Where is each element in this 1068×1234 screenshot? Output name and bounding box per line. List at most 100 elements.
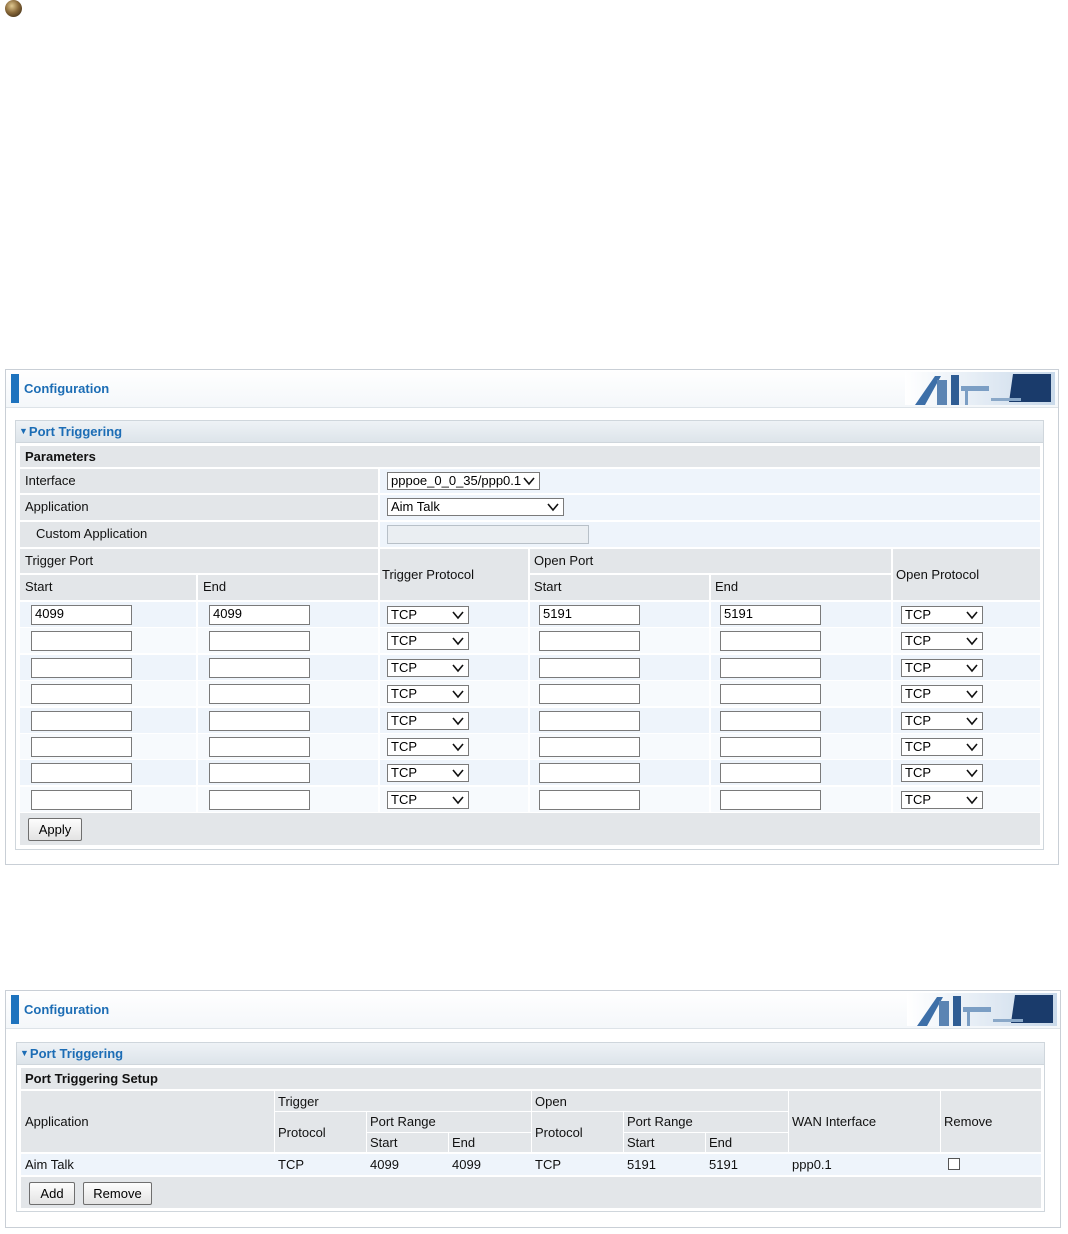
chevron-down-icon	[452, 796, 464, 805]
port-triggering-section: ▼Port Triggering Parameters Interface pp…	[15, 420, 1044, 850]
open-protocol-select[interactable]: TCP	[901, 632, 983, 651]
port-row: 4099 4099 TCP 5191 5191 TCP	[20, 602, 1040, 627]
open-port-range-header: Port Range	[627, 1114, 693, 1129]
trigger-end-input[interactable]	[209, 789, 310, 810]
add-button[interactable]: Add	[29, 1182, 75, 1205]
header-accent-bar	[11, 374, 19, 403]
open-start-input[interactable]	[539, 631, 640, 652]
application-select-value: Aim Talk	[391, 499, 440, 514]
trigger-protocol-select[interactable]: TCP	[387, 764, 469, 783]
trigger-start-input[interactable]	[31, 684, 132, 705]
interface-select-value: pppoe_0_0_35/ppp0.1	[391, 473, 522, 488]
trigger-protocol-select[interactable]: TCP	[387, 658, 469, 677]
open-protocol-select[interactable]: TCP	[901, 790, 983, 809]
port-triggering-title: Port Triggering	[29, 1046, 124, 1061]
open-end-input[interactable]	[720, 684, 821, 705]
port-row: TCP TCP	[20, 654, 1040, 680]
trigger-start-input[interactable]	[31, 631, 132, 652]
chevron-down-icon	[966, 717, 978, 725]
open-protocol-header: Open Protocol	[896, 567, 980, 582]
trigger-end-input[interactable]	[209, 657, 310, 678]
trigger-protocol-value: TCP	[391, 633, 417, 649]
trigger-start-input[interactable]: 4099	[31, 605, 132, 625]
trigger-protocol-select[interactable]: TCP	[387, 711, 469, 730]
application-select[interactable]: Aim Talk	[387, 498, 564, 516]
trigger-protocol-select[interactable]: TCP	[387, 632, 469, 651]
trigger-start-input[interactable]	[31, 710, 132, 731]
trigger-protocol-header: Protocol	[278, 1125, 326, 1140]
trigger-port-range-header: Port Range	[370, 1114, 436, 1129]
open-protocol-select[interactable]: TCP	[901, 606, 983, 624]
open-start-input[interactable]	[539, 763, 640, 784]
trigger-protocol-select[interactable]: TCP	[387, 685, 469, 704]
open-end-input[interactable]	[720, 737, 821, 757]
port-row: TCP TCP	[20, 628, 1040, 654]
port-triggering-header[interactable]: ▼Port Triggering	[16, 421, 1043, 443]
entry-trigger-end: 4099	[452, 1157, 481, 1172]
trigger-start-input[interactable]	[31, 789, 132, 810]
open-end-input[interactable]	[720, 657, 821, 678]
trigger-end-input[interactable]	[209, 763, 310, 784]
trigger-end-input[interactable]	[209, 737, 310, 757]
office-banner-icon	[907, 993, 1057, 1026]
trigger-protocol-value: TCP	[391, 765, 417, 781]
trigger-end-input[interactable]	[209, 710, 310, 731]
custom-application-input[interactable]	[387, 525, 589, 544]
open-start-input[interactable]	[539, 684, 640, 705]
remove-checkbox[interactable]	[948, 1158, 960, 1170]
open-end-input[interactable]	[720, 763, 821, 784]
chevron-down-icon	[452, 637, 464, 646]
wan-interface-header: WAN Interface	[792, 1114, 877, 1129]
trigger-protocol-value: TCP	[391, 739, 417, 754]
trigger-protocol-select[interactable]: TCP	[387, 790, 469, 809]
trigger-protocol-select[interactable]: TCP	[387, 738, 469, 756]
open-protocol-select[interactable]: TCP	[901, 764, 983, 783]
open-end-input[interactable]: 5191	[720, 605, 821, 625]
port-triggering-header[interactable]: ▼Port Triggering	[17, 1043, 1044, 1065]
application-row: Application Aim Talk	[20, 495, 1040, 520]
chevron-down-icon	[452, 611, 464, 620]
trigger-start-input[interactable]	[31, 657, 132, 678]
port-triggering-setup-label: Port Triggering Setup	[25, 1071, 158, 1086]
open-protocol-header: Protocol	[535, 1125, 583, 1140]
table-row: Aim Talk TCP 4099 4099 TCP 5191 5191 ppp…	[21, 1154, 1041, 1175]
chevron-down-icon	[966, 743, 978, 752]
open-end-input[interactable]	[720, 710, 821, 731]
trigger-end-header: End	[452, 1135, 476, 1150]
port-triggering-title: Port Triggering	[28, 424, 123, 439]
open-protocol-value: TCP	[905, 607, 931, 622]
apply-row: Apply	[20, 813, 1040, 845]
chevron-down-icon	[452, 717, 464, 725]
interface-select[interactable]: pppoe_0_0_35/ppp0.1	[387, 472, 540, 490]
open-end-input[interactable]	[720, 631, 821, 652]
entry-open-protocol: TCP	[535, 1157, 561, 1172]
open-protocol-select[interactable]: TCP	[901, 711, 983, 730]
open-start-input[interactable]	[539, 789, 640, 810]
chevron-down-icon	[966, 769, 978, 778]
trigger-protocol-select[interactable]: TCP	[387, 606, 469, 624]
open-start-input[interactable]: 5191	[539, 605, 640, 625]
open-end-input[interactable]	[720, 789, 821, 810]
trigger-end-input[interactable]: 4099	[209, 605, 310, 625]
setup-label-row: Port Triggering Setup	[21, 1068, 1041, 1089]
open-start-input[interactable]	[539, 710, 640, 731]
open-start-input[interactable]	[539, 737, 640, 757]
trigger-start-input[interactable]	[31, 763, 132, 784]
open-header: Open	[535, 1094, 567, 1109]
configuration-header: Configuration	[6, 991, 1060, 1029]
apply-button[interactable]: Apply	[28, 818, 82, 841]
open-start-input[interactable]	[539, 657, 640, 678]
open-protocol-select[interactable]: TCP	[901, 685, 983, 704]
open-protocol-select[interactable]: TCP	[901, 738, 983, 756]
entry-wan-interface: ppp0.1	[792, 1157, 832, 1172]
remove-button[interactable]: Remove	[83, 1182, 152, 1205]
open-end-header: End	[709, 1135, 733, 1150]
open-protocol-select[interactable]: TCP	[901, 658, 983, 677]
trigger-end-input[interactable]	[209, 631, 310, 652]
office-banner-icon	[905, 372, 1055, 405]
trigger-start-input[interactable]	[31, 737, 132, 757]
custom-application-row: Custom Application	[20, 522, 1040, 547]
chevron-down-icon	[966, 690, 978, 699]
setup-table-header: Application Trigger Protocol Port Range …	[21, 1091, 1041, 1152]
trigger-end-input[interactable]	[209, 684, 310, 705]
